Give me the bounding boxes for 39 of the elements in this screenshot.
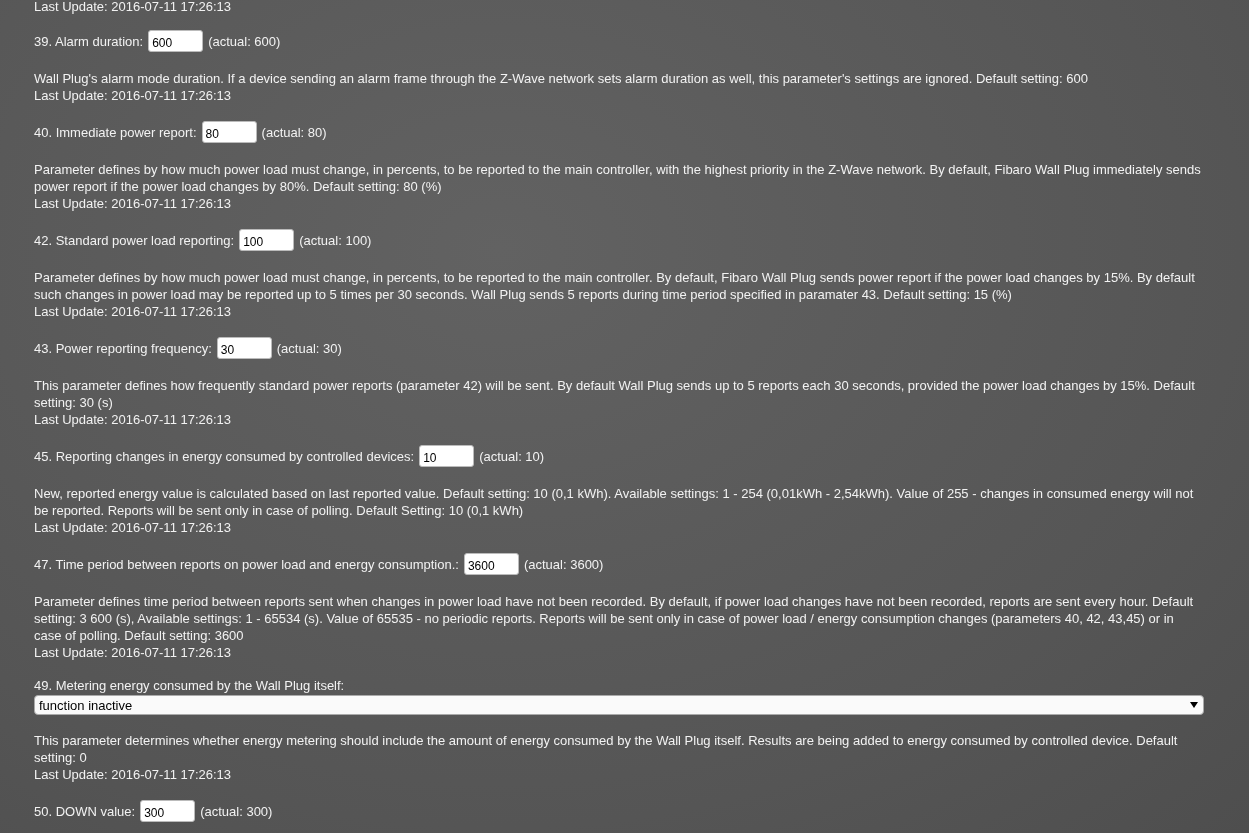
parameter-description: This parameter defines how frequently standard power reports (parameter 42) will be sent. By default Wall Plug sends up to 5 reports each 30 seconds, provided the power load changes by 15%. Default setting: 30 (s) (34, 377, 1196, 411)
last-update-text: Last Update: 2016-07-11 17:26:13 (34, 519, 232, 536)
parameter-label: 39. Alarm duration: (34, 32, 144, 50)
parameter-label: 50. DOWN value: (34, 802, 136, 820)
last-update-text: Last Update: 2016-07-11 17:26:13 (34, 0, 232, 13)
parameter-description: This parameter determines whether energy metering should include the amount of energy consumed by the Wall Plug itself. Results are being added to energy consumed by controlled device. Default setting: 0 (34, 732, 1179, 766)
caret-icon (1190, 702, 1198, 708)
parameter-label: 43. Power reporting frequency: (34, 339, 212, 357)
actual-value-text: (actual: 300) (200, 802, 273, 820)
actual-value-text: (actual: 10) (479, 447, 545, 465)
value-input[interactable]: 300 (140, 800, 196, 822)
actual-value-text: (actual: 3600) (523, 555, 604, 573)
value-input[interactable]: 3600 (463, 553, 519, 575)
last-update-text: Last Update: 2016-07-11 17:26:13 (34, 303, 232, 320)
parameter-description: Parameter defines time period between reports sent when changes in power load have not been recorded. By default, if power load changes have not been recorded, reports are sent every hour. Default setting: 3 600 (s), Available settings: 1 - 65534 (s). Value of 65535 - no periodic reports. Reports will be sent only in case of power load / energy consumption changes (parameters 40, 42, 43,45) or in case of polling. Default setting: 3600 (34, 593, 1195, 644)
actual-value-text: (actual: 100) (299, 231, 372, 249)
parameter-label: 40. Immediate power report: (34, 123, 197, 141)
last-update-text: Last Update: 2016-07-11 17:26:13 (34, 195, 232, 212)
parameter-description: Parameter defines by how much power load must change, in percents, to be reported to the main controller, with the highest priority in the Z-Wave network. By default, Fibaro Wall Plug immediately sends power report if the power load changes by 80%. Default setting: 80 (%) (34, 161, 1202, 195)
value-input[interactable]: 30 (216, 337, 272, 359)
last-update-text: Last Update: 2016-07-11 17:26:13 (34, 644, 232, 661)
parameter-description: Wall Plug's alarm mode duration. If a device sending an alarm frame through the Z-Wave network sets alarm duration as well, this parameter's settings are ignored. Default setting: 600 (34, 70, 1089, 87)
last-update-text: Last Update: 2016-07-11 17:26:13 (34, 766, 232, 783)
value-input[interactable]: 600 (148, 30, 204, 52)
value-input[interactable]: 100 (239, 229, 295, 251)
value-dropdown[interactable]: function inactive (34, 695, 1204, 715)
value-input[interactable]: 80 (201, 121, 257, 143)
actual-value-text: (actual: 600) (208, 32, 281, 50)
parameter-label: 47. Time period between reports on power load and energy consumption.: (34, 555, 459, 573)
parameter-label: 49. Metering energy consumed by the Wall Plug itself: (34, 677, 345, 694)
parameter-description: New, reported energy value is calculated based on last reported value. Default setting: 10 (0,1 kWh). Available settings: 1 - 254 (0,01kWh - 2,54kWh). Value of 255 - changes in consumed energy will not be reported. Reports will be sent only in case of polling. Default Setting: 10 (0,1 kWh) (34, 485, 1195, 519)
last-update-text: Last Update: 2016-07-11 17:26:13 (34, 411, 232, 428)
last-update-text: Last Update: 2016-07-11 17:26:13 (34, 87, 232, 104)
parameter-label: 42. Standard power load reporting: (34, 231, 235, 249)
value-input[interactable]: 10 (419, 445, 475, 467)
parameter-description: Parameter defines by how much power load must change, in percents, to be reported to the main controller. By default, Fibaro Wall Plug sends power report if the power load changes by 15%. By default such changes in power load may be reported up to 5 times per 30 seconds. Wall Plug sends 5 reports during time period specified in paramater 43. Default setting: 15 (%) (34, 269, 1196, 303)
actual-value-text: (actual: 30) (276, 339, 342, 357)
parameter-label: 45. Reporting changes in energy consumed by controlled devices: (34, 447, 415, 465)
actual-value-text: (actual: 80) (261, 123, 327, 141)
